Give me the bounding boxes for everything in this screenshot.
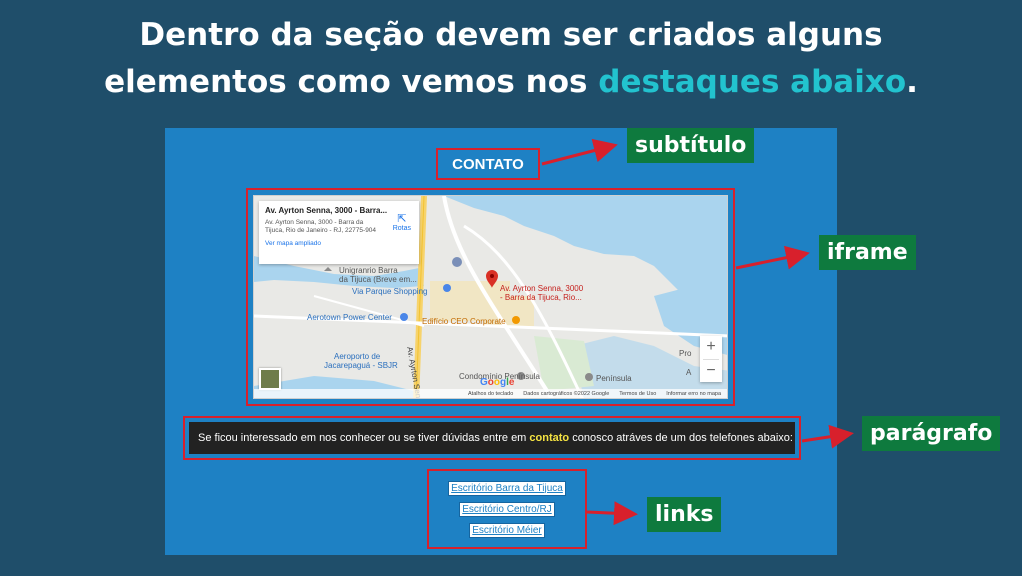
tag-iframe: iframe <box>819 235 916 270</box>
arrow-paragraph <box>801 424 854 449</box>
arrow-subtitle <box>541 138 618 166</box>
tag-links: links <box>647 497 722 532</box>
arrow-iframe <box>735 245 810 270</box>
arrow-links <box>586 501 638 526</box>
tag-subtitle: subtítulo <box>627 128 755 163</box>
annotation-arrows <box>541 138 854 526</box>
tag-paragraph: parágrafo <box>862 416 1001 451</box>
